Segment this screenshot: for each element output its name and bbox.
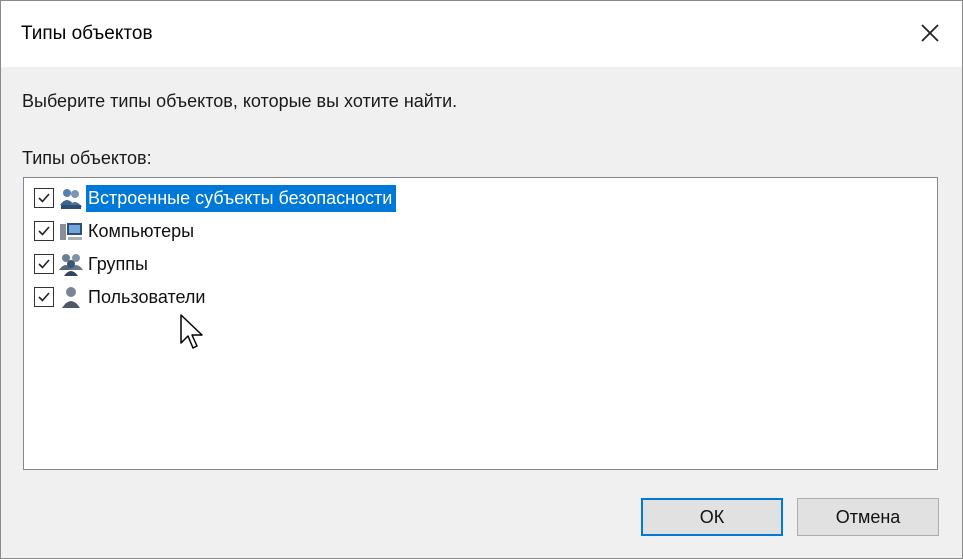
instruction-text: Выберите типы объектов, которые вы хотит…: [22, 91, 458, 111]
checkmark-icon: [38, 292, 50, 302]
mouse-cursor-icon: [180, 314, 203, 349]
list-item-security-principals[interactable]: Встроенные субъекты безопасности: [34, 183, 397, 213]
checkbox-computers[interactable]: [34, 221, 54, 241]
dialog-title: Типы объектов: [21, 23, 153, 44]
item-label: Компьютеры: [88, 220, 195, 241]
close-button[interactable]: [912, 15, 948, 51]
checkmark-icon: [38, 226, 50, 236]
object-types-label: Типы объектов:: [22, 148, 152, 168]
list-item-computers[interactable]: Компьютеры: [34, 216, 198, 246]
checkmark-icon: [38, 193, 50, 203]
computer-icon: [58, 218, 84, 244]
close-icon: [921, 24, 939, 42]
checkbox-users[interactable]: [34, 287, 54, 307]
list-item-groups[interactable]: Группы: [34, 249, 152, 279]
ok-button[interactable]: ОК: [641, 498, 783, 536]
item-label: Группы: [88, 253, 148, 274]
item-label: Встроенные субъекты безопасности: [86, 184, 397, 212]
list-item-users[interactable]: Пользователи: [34, 282, 209, 312]
group-icon: [58, 251, 84, 277]
checkbox-groups[interactable]: [34, 254, 54, 274]
object-types-list[interactable]: Встроенные субъекты безопасности Компьют…: [23, 177, 938, 470]
checkbox-security-principals[interactable]: [34, 188, 54, 208]
title-bar: Типы объектов: [1, 1, 962, 67]
object-types-dialog: Типы объектов Выберите типы объектов, ко…: [0, 0, 963, 559]
item-label: Пользователи: [88, 286, 206, 307]
checkmark-icon: [38, 259, 50, 269]
user-icon: [58, 284, 84, 310]
security-principals-icon: [58, 185, 84, 211]
cancel-button[interactable]: Отмена: [797, 498, 939, 536]
